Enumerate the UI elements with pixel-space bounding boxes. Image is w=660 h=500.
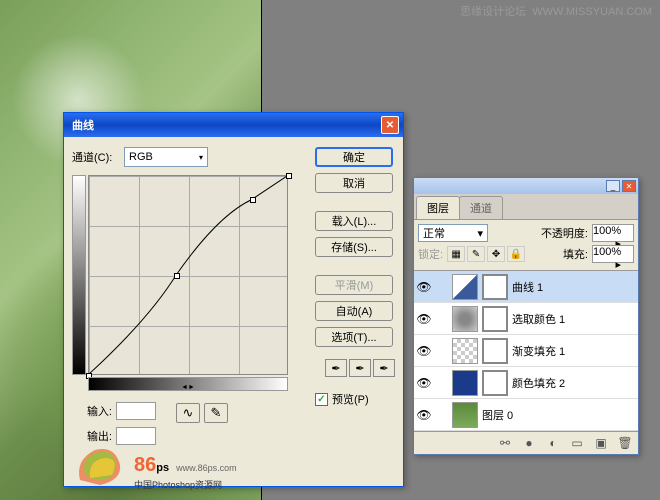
curves-dialog: 曲线 ✕ 通道(C): RGB ▾	[63, 112, 404, 487]
auto-button[interactable]: 自动(A)	[315, 301, 393, 321]
curve-grid[interactable]	[88, 175, 288, 375]
channel-value: RGB	[129, 151, 153, 163]
layer-thumb[interactable]	[452, 338, 478, 364]
layer-row[interactable]: 👁 渐变填充 1	[414, 335, 638, 367]
layer-name: 颜色填充 2	[512, 375, 636, 391]
visibility-icon[interactable]: 👁	[416, 311, 432, 327]
curve-point[interactable]	[174, 273, 180, 279]
curve-point[interactable]	[250, 197, 256, 203]
black-eyedropper-icon[interactable]: ✒	[325, 359, 347, 377]
chevron-down-icon: ▾	[477, 227, 483, 240]
mask-thumb[interactable]	[482, 274, 508, 300]
mask-thumb[interactable]	[482, 306, 508, 332]
layer-thumb[interactable]	[452, 306, 478, 332]
layer-thumb[interactable]	[452, 370, 478, 396]
watermark: 思缘设计论坛 WWW.MISSYUAN.COM	[460, 3, 652, 19]
lock-label: 锁定:	[418, 246, 443, 262]
blend-mode-value: 正常	[423, 225, 445, 241]
curve-point[interactable]	[286, 173, 292, 179]
layer-name: 图层 0	[482, 407, 636, 423]
folder-icon[interactable]: ▭	[568, 435, 586, 451]
preview-checkbox[interactable]: ✓	[315, 393, 328, 406]
gradient-handle[interactable]	[181, 384, 195, 392]
trash-icon[interactable]: 🗑	[616, 435, 634, 451]
logo-86ps: 86ps www.86ps.com 中国Photoshop资源网	[70, 440, 237, 490]
input-gradient	[88, 377, 288, 391]
close-icon[interactable]: ✕	[622, 180, 636, 192]
new-layer-icon[interactable]: ▣	[592, 435, 610, 451]
curve-path	[89, 176, 287, 374]
chevron-down-icon: ▾	[199, 153, 203, 162]
logo-url: www.86ps.com	[176, 463, 237, 473]
input-field[interactable]	[116, 402, 156, 420]
lock-position-icon[interactable]: ✥	[487, 246, 505, 262]
layer-row[interactable]: 👁 颜色填充 2	[414, 367, 638, 399]
visibility-icon[interactable]: 👁	[416, 279, 432, 295]
layer-list: 👁 曲线 1 👁 选取颜色 1 👁 渐变填充 1 👁 颜色填充 2 👁 图层 0	[414, 271, 638, 431]
layer-name: 选取颜色 1	[512, 311, 636, 327]
layer-thumb[interactable]	[452, 274, 478, 300]
smooth-button: 平滑(M)	[315, 275, 393, 295]
preview-label: 预览(P)	[332, 391, 369, 407]
logo-tagline: 中国Photoshop资源网	[134, 478, 222, 491]
layer-name: 渐变填充 1	[512, 343, 636, 359]
layers-titlebar[interactable]: _ ✕	[414, 178, 638, 194]
gray-eyedropper-icon[interactable]: ✒	[349, 359, 371, 377]
tab-channels[interactable]: 通道	[459, 196, 503, 219]
layer-row[interactable]: 👁 曲线 1	[414, 271, 638, 303]
load-button[interactable]: 载入(L)...	[315, 211, 393, 231]
fill-label: 填充:	[563, 246, 588, 262]
save-button[interactable]: 存储(S)...	[315, 237, 393, 257]
curves-titlebar[interactable]: 曲线 ✕	[64, 113, 403, 137]
layer-row[interactable]: 👁 选取颜色 1	[414, 303, 638, 335]
curve-tool-icon[interactable]: ∿	[176, 403, 200, 423]
link-icon[interactable]: ⚯	[496, 435, 514, 451]
output-gradient	[72, 175, 86, 375]
channel-label: 通道(C):	[72, 149, 120, 165]
visibility-icon[interactable]: 👁	[416, 375, 432, 391]
layer-row[interactable]: 👁 图层 0	[414, 399, 638, 431]
watermark-url: WWW.MISSYUAN.COM	[532, 6, 652, 18]
curves-title: 曲线	[68, 117, 381, 133]
mask-thumb[interactable]	[482, 338, 508, 364]
white-eyedropper-icon[interactable]: ✒	[373, 359, 395, 377]
fx-icon[interactable]: ●	[520, 435, 538, 451]
visibility-icon[interactable]: 👁	[416, 407, 432, 423]
visibility-icon[interactable]: 👁	[416, 343, 432, 359]
channel-select[interactable]: RGB ▾	[124, 147, 208, 167]
pencil-tool-icon[interactable]: ✎	[204, 403, 228, 423]
lock-all-icon[interactable]: 🔒	[507, 246, 525, 262]
fill-input[interactable]: 100% ▸	[592, 245, 634, 263]
minimize-icon[interactable]: _	[606, 180, 620, 192]
opacity-input[interactable]: 100% ▸	[592, 224, 634, 242]
mask-icon[interactable]: ◐	[544, 435, 562, 451]
lock-transparency-icon[interactable]: ▦	[447, 246, 465, 262]
layer-name: 曲线 1	[512, 279, 636, 295]
mask-thumb[interactable]	[482, 370, 508, 396]
tab-layers[interactable]: 图层	[416, 196, 460, 219]
blend-mode-select[interactable]: 正常 ▾	[418, 224, 488, 242]
input-label: 输入:	[72, 403, 112, 419]
layer-thumb[interactable]	[452, 402, 478, 428]
cancel-button[interactable]: 取消	[315, 173, 393, 193]
lock-paint-icon[interactable]: ✎	[467, 246, 485, 262]
close-icon[interactable]: ✕	[381, 116, 399, 134]
options-button[interactable]: 选项(T)...	[315, 327, 393, 347]
layers-panel: _ ✕ 图层 通道 正常 ▾ 不透明度: 100% ▸ 锁定: ▦ ✎ ✥ 🔒 …	[413, 177, 639, 455]
ok-button[interactable]: 确定	[315, 147, 393, 167]
opacity-label: 不透明度:	[541, 225, 588, 241]
watermark-text: 思缘设计论坛	[460, 6, 526, 18]
